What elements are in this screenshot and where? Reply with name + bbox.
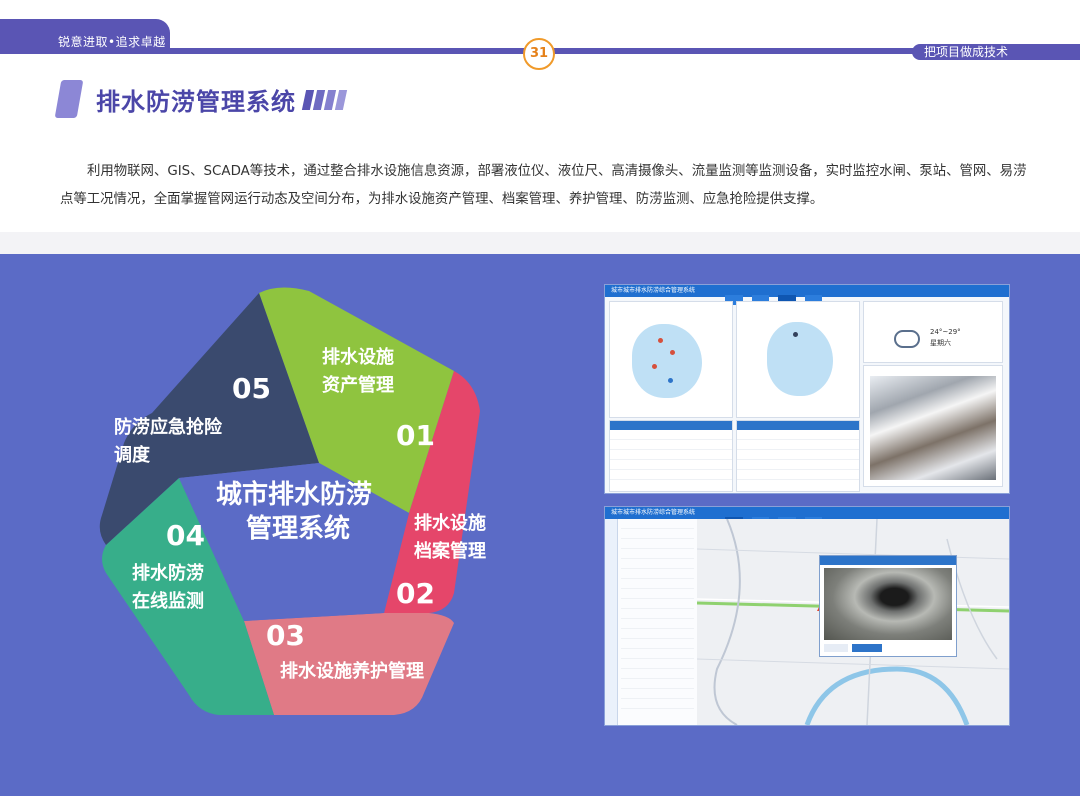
tree-row[interactable] [621, 520, 694, 529]
map-card-1 [609, 301, 733, 418]
table-row [610, 440, 732, 450]
tree-row[interactable] [621, 540, 694, 549]
tree-row[interactable] [621, 640, 694, 649]
tree-row[interactable] [621, 550, 694, 559]
tree-row[interactable] [621, 580, 694, 589]
alert-marker [658, 338, 663, 343]
segment-02-number: 02 [396, 577, 435, 610]
table-header [610, 421, 732, 430]
center-title-line2: 管理系统 [246, 513, 350, 544]
title-bars-decoration [301, 90, 348, 114]
video-control-button[interactable] [852, 644, 882, 652]
tree-row[interactable] [621, 610, 694, 619]
table-row [610, 460, 732, 470]
tree-row[interactable] [621, 650, 694, 659]
title-decoration [54, 80, 84, 118]
center-title-line1: 城市排水防涝 [216, 479, 372, 510]
tree-row[interactable] [621, 570, 694, 579]
tree-row[interactable] [621, 690, 694, 699]
cloud-icon [894, 330, 920, 348]
video-popup-header [820, 556, 956, 565]
tree-row[interactable] [621, 680, 694, 689]
district-map-shape [632, 324, 702, 398]
header-right-tab: 把项目做成技术 [912, 44, 1080, 60]
map-sidebar[interactable] [605, 519, 618, 725]
segment-03-label: 排水设施养护管理 [280, 660, 424, 682]
header-right-slogan: 把项目做成技术 [924, 45, 1009, 59]
tree-row[interactable] [621, 620, 694, 629]
segment-02-label-line1: 排水设施 [414, 512, 486, 534]
map-app-title: 城市城市排水防涝综合管理系统 [611, 509, 696, 516]
map-screenshot: 城市城市排水防涝综合管理系统 [604, 506, 1010, 726]
map-topbar: 城市城市排水防涝综合管理系统 [605, 507, 1009, 527]
alert-marker [670, 350, 675, 355]
weather-temp: 24°~29° [930, 328, 961, 336]
alert-marker [652, 364, 657, 369]
station-marker [668, 378, 673, 383]
pentagon-diagram: 05 01 04 02 03 排水设施 资产管理 防涝应急抢险 调度 排水设施 … [99, 287, 486, 715]
dashboard-topbar: 城市城市排水防涝综合管理系统 [605, 285, 1009, 305]
table-row [737, 460, 859, 470]
table-header [737, 421, 859, 430]
segment-02-label-line2: 档案管理 [414, 540, 486, 562]
segment-04-label-line1: 排水防涝 [132, 562, 204, 584]
dashboard-screenshot: 城市城市排水防涝综合管理系统 24°~29° 星期六 [604, 284, 1010, 494]
satellite-card [863, 365, 1003, 487]
segment-04-number: 04 [166, 519, 205, 552]
weather-card: 24°~29° 星期六 [863, 301, 1003, 363]
table-card-2 [736, 420, 860, 492]
separator-band [0, 232, 1080, 254]
table-row [737, 440, 859, 450]
segment-01-number: 01 [396, 419, 435, 452]
tree-row[interactable] [621, 590, 694, 599]
table-row [737, 430, 859, 440]
tree-row[interactable] [621, 670, 694, 679]
tree-row[interactable] [621, 630, 694, 639]
segment-03-number: 03 [266, 619, 305, 652]
table-row [610, 470, 732, 480]
table-row [737, 470, 859, 480]
weather-day: 星期六 [930, 339, 951, 347]
tree-row[interactable] [621, 660, 694, 669]
segment-04-label-line2: 在线监测 [132, 590, 204, 612]
table-row [610, 450, 732, 460]
description-text: 利用物联网、GIS、SCADA等技术，通过整合排水设施信息资源，部署液位仪、液位… [60, 164, 1027, 207]
pipe-camera-feed [824, 568, 952, 640]
segment-05-label-line2: 调度 [114, 444, 151, 466]
section-description: 利用物联网、GIS、SCADA等技术，通过整合排水设施信息资源，部署液位仪、液位… [60, 158, 1032, 214]
segment-05-label-line1: 防涝应急抢险 [114, 416, 223, 438]
video-popup[interactable] [819, 555, 957, 657]
dashboard-app-title: 城市城市排水防涝综合管理系统 [611, 287, 696, 294]
table-row [737, 450, 859, 460]
video-control-button[interactable] [824, 644, 848, 652]
table-card-1 [609, 420, 733, 492]
segment-01-label-line2: 资产管理 [322, 374, 394, 396]
segment-05-number: 05 [232, 372, 271, 405]
page-number: 31 [523, 38, 555, 70]
segment-01-label-line1: 排水设施 [322, 346, 394, 368]
satellite-image [870, 376, 996, 480]
district-map-shape [767, 322, 833, 396]
section-title: 排水防涝管理系统 [96, 88, 296, 116]
tree-row[interactable] [621, 600, 694, 609]
map-card-2 [736, 301, 860, 418]
station-marker [793, 332, 798, 337]
table-row [610, 430, 732, 440]
layer-tree[interactable] [618, 519, 698, 725]
tree-row[interactable] [621, 560, 694, 569]
tree-row[interactable] [621, 530, 694, 539]
tree-row[interactable] [621, 700, 694, 709]
